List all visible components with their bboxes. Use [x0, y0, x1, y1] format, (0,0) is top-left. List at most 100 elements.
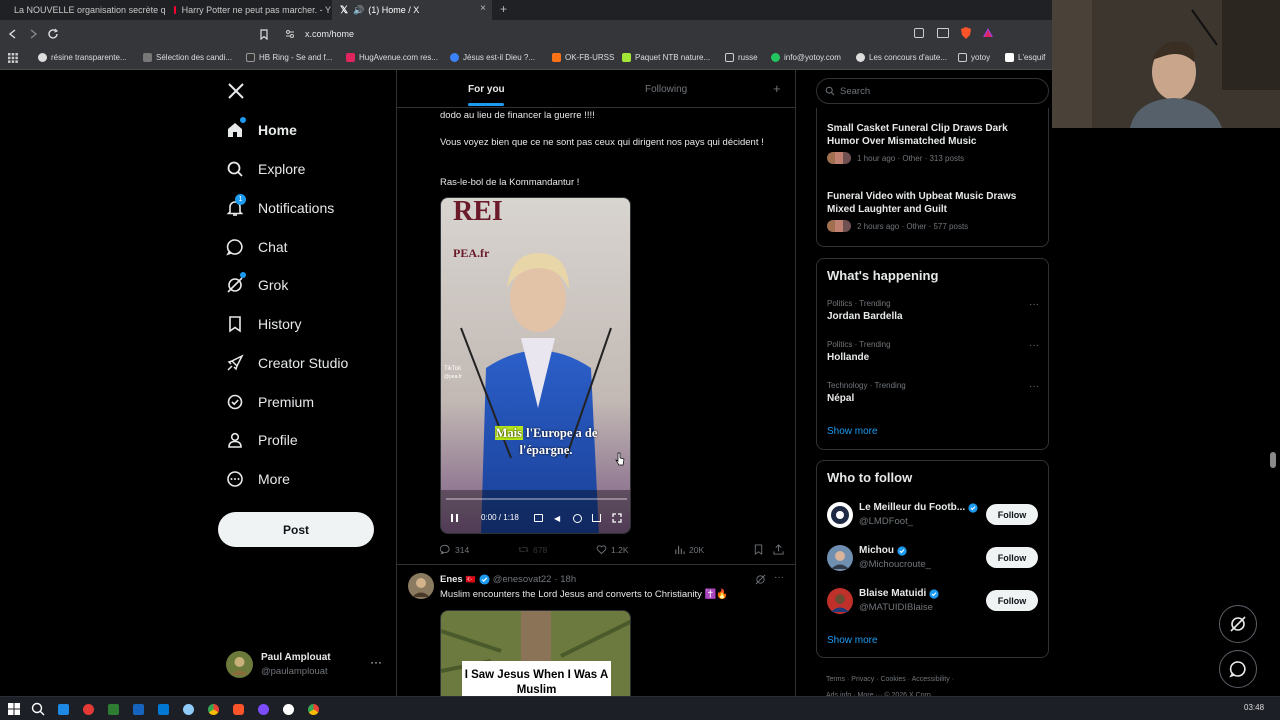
brave-rewards-icon[interactable]: [982, 27, 994, 38]
bookmark-item[interactable]: Sélection des candi...: [143, 53, 232, 62]
views-button[interactable]: 20K: [674, 544, 704, 555]
app-icon[interactable]: [282, 703, 294, 715]
bookmark-item[interactable]: résine transparente...: [38, 53, 127, 62]
back-icon[interactable]: [8, 29, 18, 39]
nav-profile[interactable]: Profile: [226, 428, 298, 452]
app-icon[interactable]: [257, 703, 269, 715]
captions-icon[interactable]: [534, 514, 543, 522]
follow-suggestion[interactable]: Le Meilleur du Footb... @LMDFoot_ Follow: [817, 499, 1048, 533]
account-menu-icon[interactable]: ···: [370, 655, 382, 669]
follow-suggestion[interactable]: Blaise Matuidi @MATUIDIBlaise Follow: [817, 585, 1048, 619]
video-player[interactable]: REI PEA.fr TikTok @pea.fr Mais l'Europe …: [440, 197, 631, 534]
trend-more-icon[interactable]: ···: [1029, 381, 1039, 392]
nav-creator-studio[interactable]: Creator Studio: [226, 351, 348, 375]
fullscreen-icon[interactable]: [612, 513, 622, 523]
follow-button[interactable]: Follow: [986, 547, 1038, 568]
follow-button[interactable]: Follow: [986, 590, 1038, 611]
bookmark-icon[interactable]: [753, 544, 764, 555]
grok-icon[interactable]: [755, 574, 766, 585]
brave-shields-icon[interactable]: [960, 26, 972, 40]
footer-terms[interactable]: Terms: [826, 676, 845, 683]
news-item[interactable]: Small Casket Funeral Clip Draws Dark Hum…: [827, 122, 1037, 164]
close-tab-icon[interactable]: ×: [480, 3, 486, 14]
browser-tab[interactable]: Harry Potter ne peut pas marcher. - Y: [166, 0, 331, 20]
follow-button[interactable]: Follow: [986, 504, 1038, 525]
bookmark-item[interactable]: yotoy: [958, 53, 990, 62]
nav-premium[interactable]: Premium: [226, 390, 314, 414]
apps-grid-icon[interactable]: [8, 53, 18, 63]
cast-icon[interactable]: [937, 28, 949, 38]
nav-explore[interactable]: Explore: [226, 157, 305, 181]
nav-home[interactable]: Home: [226, 117, 297, 142]
volume-icon[interactable]: ◀︎: [554, 514, 560, 523]
trend-item[interactable]: Technology · Trending Népal ···: [827, 381, 1039, 404]
footer-privacy[interactable]: Privacy: [851, 676, 874, 683]
outlook-icon[interactable]: [57, 703, 69, 715]
bookmark-item[interactable]: Paquet NTB nature...: [622, 53, 710, 62]
windows-start-icon[interactable]: [6, 701, 22, 717]
nav-history[interactable]: History: [226, 312, 302, 336]
new-tab-button[interactable]: +: [500, 2, 507, 16]
reply-button[interactable]: 314: [440, 544, 469, 555]
nav-chat[interactable]: Chat: [226, 235, 288, 259]
address-bar[interactable]: x.com/home: [275, 24, 905, 44]
post-button[interactable]: Post: [218, 512, 374, 547]
bookmark-page-icon[interactable]: [259, 29, 269, 40]
browser-tab-active[interactable]: 𝕏 🔊 (1) Home / X ×: [332, 0, 492, 20]
reload-icon[interactable]: [47, 28, 59, 40]
tab-following[interactable]: Following: [645, 84, 687, 95]
mail-icon[interactable]: [157, 703, 169, 715]
bookmark-item[interactable]: HB Ring - Se and f...: [246, 53, 332, 62]
footer-accessibility[interactable]: Accessibility: [912, 676, 950, 683]
account-switcher[interactable]: Paul Amplouat @paulamplouat ···: [226, 650, 386, 682]
footer-cookies[interactable]: Cookies: [880, 676, 905, 683]
author-name[interactable]: Enes: [440, 574, 463, 585]
chrome-icon[interactable]: [207, 703, 219, 715]
settings-gear-icon[interactable]: [573, 514, 582, 523]
trend-item[interactable]: Politics · Trending Jordan Bardella ···: [827, 299, 1039, 322]
browser-tab[interactable]: La NOUVELLE organisation secrète q: [0, 0, 165, 20]
messages-fab[interactable]: [1219, 650, 1257, 688]
add-feed-icon[interactable]: +: [773, 81, 781, 96]
bookmark-item[interactable]: russe: [725, 53, 758, 62]
search-icon[interactable]: [30, 701, 46, 717]
tab-for-you[interactable]: For you: [468, 84, 505, 95]
translate-icon[interactable]: [914, 28, 924, 38]
nav-grok[interactable]: Grok: [226, 272, 288, 297]
trend-item[interactable]: Politics · Trending Hollande ···: [827, 340, 1039, 363]
grok-fab[interactable]: [1219, 605, 1257, 643]
share-icon[interactable]: [773, 544, 784, 555]
brave-icon[interactable]: [232, 703, 244, 715]
bookmark-item[interactable]: Jésus est-il Dieu ?...: [450, 53, 535, 62]
bookmark-item[interactable]: info@yotoy.com: [771, 53, 841, 62]
post-time[interactable]: · 18h: [554, 574, 576, 585]
news-item[interactable]: Funeral Video with Upbeat Music Draws Mi…: [827, 190, 1037, 232]
forward-icon[interactable]: [28, 29, 38, 39]
bookmark-item[interactable]: L'esquif: [1005, 53, 1045, 62]
follow-suggestion[interactable]: Michou @Michoucroute_ Follow: [817, 542, 1048, 576]
nav-more[interactable]: More: [226, 467, 290, 491]
show-more-link[interactable]: Show more: [827, 635, 878, 646]
app-icon[interactable]: [182, 703, 194, 715]
nav-notifications[interactable]: Notifications 1: [226, 194, 334, 220]
bookmark-item[interactable]: HugAvenue.com res...: [346, 53, 438, 62]
word-icon[interactable]: [132, 703, 144, 715]
avatar[interactable]: [408, 573, 434, 599]
pause-icon[interactable]: [451, 514, 458, 522]
trend-more-icon[interactable]: ···: [1029, 299, 1039, 310]
excel-icon[interactable]: [107, 703, 119, 715]
x-logo-icon[interactable]: [227, 82, 245, 100]
video-progress-track[interactable]: [446, 498, 627, 500]
trend-more-icon[interactable]: ···: [1029, 340, 1039, 351]
repost-button[interactable]: 678: [518, 544, 547, 555]
show-more-link[interactable]: Show more: [827, 426, 878, 437]
pip-icon[interactable]: [592, 514, 601, 522]
bookmark-item[interactable]: Les concours d'aute...: [856, 53, 947, 62]
like-button[interactable]: 1.2K: [596, 544, 629, 555]
bookmark-item[interactable]: OK-FB-URSS: [552, 53, 614, 62]
app-icon[interactable]: [82, 703, 94, 715]
post-image[interactable]: I Saw Jesus When I Was A Muslim: [440, 610, 631, 696]
post-more-icon[interactable]: ···: [774, 572, 784, 583]
search-input[interactable]: Search: [816, 78, 1049, 104]
author-handle[interactable]: @enesovat22: [493, 574, 552, 585]
